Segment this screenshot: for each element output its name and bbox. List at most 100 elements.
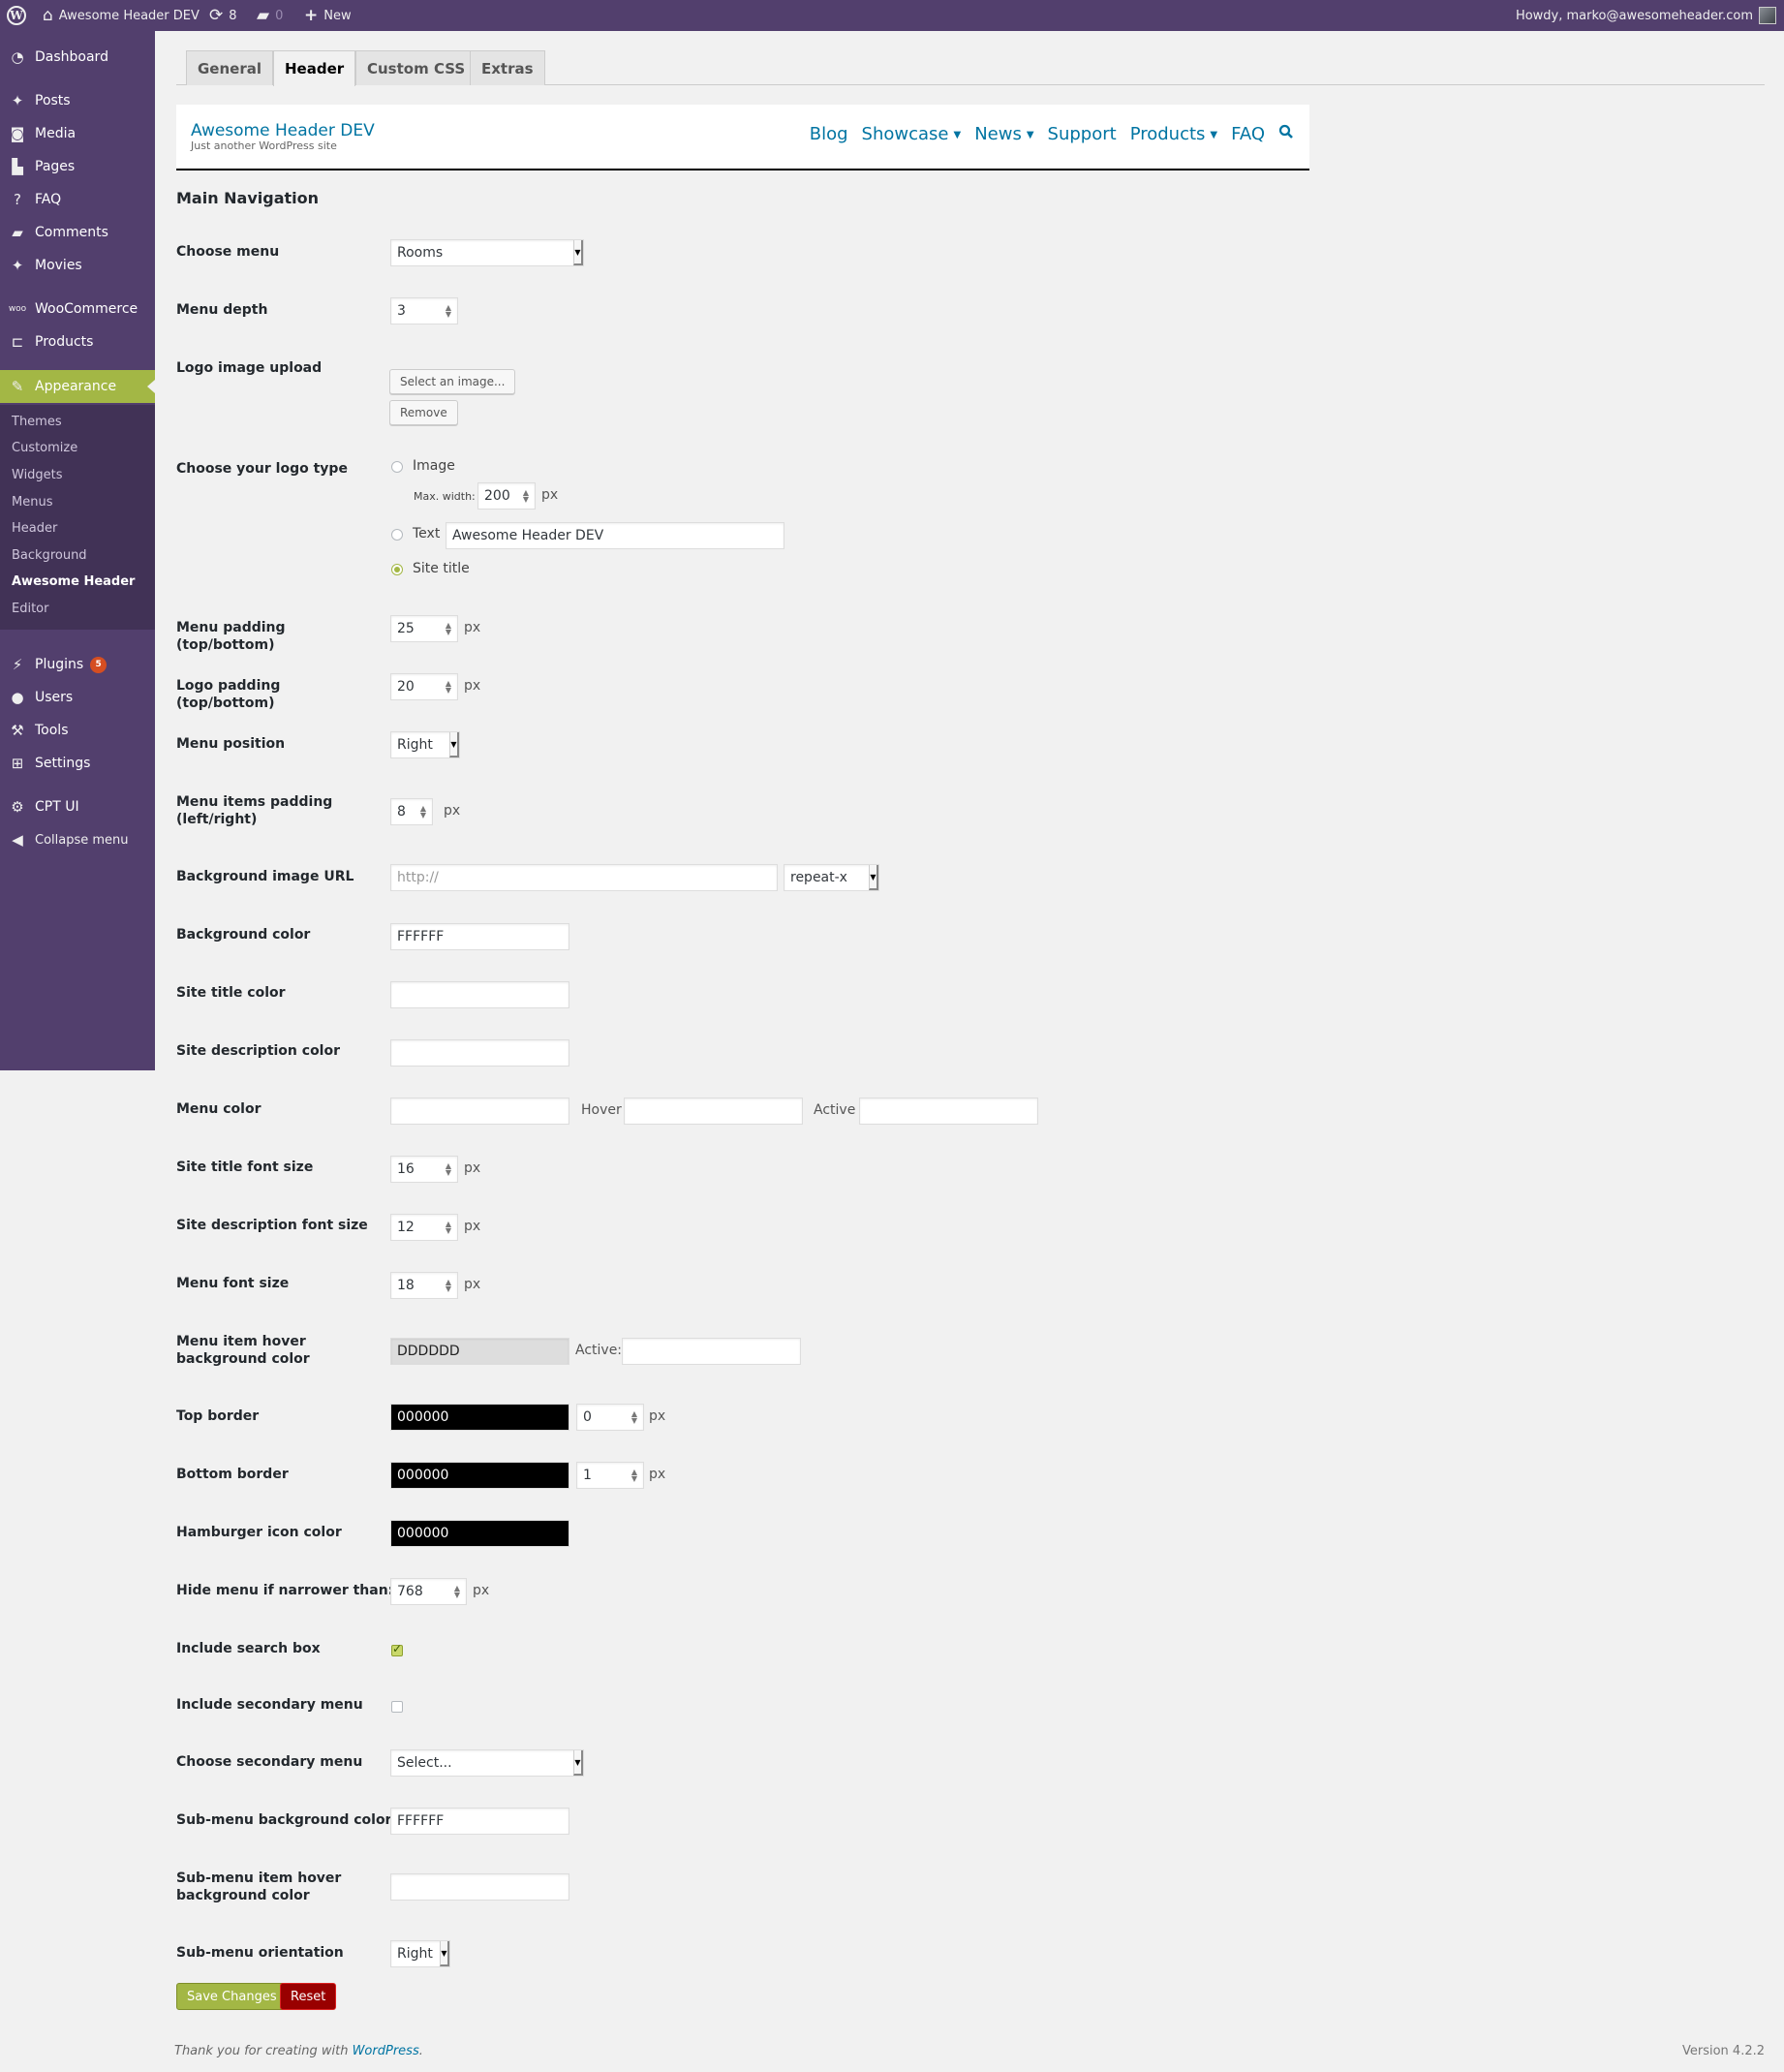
hamburger-color-input[interactable]: 000000: [390, 1520, 569, 1547]
sidebar-item-label: Settings: [35, 756, 91, 771]
submenu-themes[interactable]: Themes: [12, 415, 62, 429]
sidebar-item-tools[interactable]: ⚒ Tools: [0, 714, 155, 747]
menu-font-input[interactable]: 18 ▲ ▼: [390, 1272, 458, 1299]
sidebar-item-pages[interactable]: ▙ Pages: [0, 150, 155, 183]
sidebar-item-dashboard[interactable]: ◔ Dashboard: [0, 41, 155, 74]
menu-depth-input[interactable]: 3 ▲ ▼: [390, 297, 458, 325]
choose-secondary-select[interactable]: Select... ▼: [390, 1749, 584, 1777]
preview-nav-showcase[interactable]: Showcase ▼: [862, 124, 962, 144]
submenu-customize[interactable]: Customize: [12, 441, 77, 455]
sidebar-item-label: Plugins: [35, 657, 84, 672]
sidebar-item-users[interactable]: ● Users: [0, 681, 155, 714]
sidebar-item-appearance[interactable]: ✎ Appearance: [0, 370, 155, 403]
gear-icon: ⚙: [11, 798, 24, 816]
sidebar-item-posts[interactable]: ✦ Posts: [0, 84, 155, 117]
bg-image-url-input[interactable]: http://: [390, 864, 778, 891]
sidebar-item-cpt-ui[interactable]: ⚙ CPT UI: [0, 790, 155, 823]
top-border-width-input[interactable]: 0 ▲ ▼: [576, 1404, 644, 1431]
tab-extras[interactable]: Extras: [470, 50, 545, 85]
search-box-checkbox[interactable]: [391, 1642, 403, 1656]
new-content-link[interactable]: + New: [304, 0, 352, 31]
preview-nav-news[interactable]: News ▼: [974, 124, 1033, 144]
desc-color-input[interactable]: [390, 1039, 569, 1067]
logo-type-text-radio[interactable]: [391, 529, 403, 541]
submenu-editor[interactable]: Editor: [12, 602, 48, 616]
updates-link[interactable]: ⟳ 8: [209, 0, 237, 31]
comment-icon: ▰: [257, 5, 270, 25]
tab-general[interactable]: General: [186, 50, 273, 85]
secondary-menu-checkbox[interactable]: [391, 1701, 403, 1713]
preview-nav-faq[interactable]: FAQ: [1231, 124, 1265, 144]
sidebar-item-faq[interactable]: ? FAQ: [0, 183, 155, 216]
menu-hover-color-input[interactable]: [624, 1098, 803, 1125]
submenu-awesome-header[interactable]: Awesome Header: [12, 574, 135, 589]
remove-image-button[interactable]: Remove: [389, 400, 458, 425]
items-padding-input[interactable]: 8 ▲ ▼: [390, 798, 433, 825]
submenu-menus[interactable]: Menus: [12, 495, 52, 510]
reset-button[interactable]: Reset: [280, 1983, 337, 2010]
comments-link[interactable]: ▰ 0: [257, 0, 283, 31]
admin-sidebar: ◔ Dashboard ✦ Posts ◙ Media ▙ Pages ? FAQ ▰ Co…: [0, 31, 155, 1070]
caret-down-icon: ▼: [953, 129, 962, 140]
choose-menu-select[interactable]: Rooms ▼: [390, 239, 584, 266]
preview-site-title[interactable]: Awesome Header DEV: [191, 121, 375, 140]
dropdown-arrow-icon: ▼: [869, 865, 878, 890]
submenu-widgets[interactable]: Widgets: [12, 468, 63, 482]
hover-bg-input[interactable]: DDDDDD: [390, 1338, 569, 1365]
preview-nav-blog[interactable]: Blog: [810, 124, 848, 144]
sub-bg-input[interactable]: FFFFFF: [390, 1808, 569, 1835]
menu-padding-input[interactable]: 25 ▲ ▼: [390, 615, 458, 642]
my-account-link[interactable]: Howdy, marko@awesomeheader.com: [1516, 0, 1776, 31]
px-unit: px: [649, 1408, 666, 1424]
sidebar-item-comments[interactable]: ▰ Comments: [0, 216, 155, 249]
logo-text-input[interactable]: Awesome Header DEV: [446, 522, 784, 549]
title-font-input[interactable]: 16 ▲ ▼: [390, 1156, 458, 1183]
comments-count: 0: [275, 8, 284, 23]
logo-type-image-radio[interactable]: [391, 461, 403, 473]
wordpress-link[interactable]: WordPress: [353, 2044, 419, 2058]
submenu-header[interactable]: Header: [12, 521, 57, 536]
tab-header[interactable]: Header: [273, 50, 356, 86]
preview-site-description: Just another WordPress site: [191, 139, 337, 152]
title-color-input[interactable]: [390, 981, 569, 1008]
menu-active-color-input[interactable]: [859, 1098, 1038, 1125]
bg-repeat-select[interactable]: repeat-x ▼: [784, 864, 879, 891]
preview-nav-support[interactable]: Support: [1048, 124, 1117, 144]
plugin-icon: ⚡: [12, 656, 23, 673]
menu-color-input[interactable]: [390, 1098, 569, 1125]
active-bg-input[interactable]: [622, 1338, 801, 1365]
sub-orient-select[interactable]: Right ▼: [390, 1940, 450, 1967]
desc-font-input[interactable]: 12 ▲ ▼: [390, 1214, 458, 1241]
collapse-menu-button[interactable]: ◀ Collapse menu: [0, 823, 155, 856]
sidebar-item-movies[interactable]: ✦ Movies: [0, 249, 155, 282]
menu-position-label: Menu position: [176, 736, 286, 752]
logo-type-site-title-label: Site title: [413, 561, 470, 576]
hide-menu-input[interactable]: 768 ▲ ▼: [390, 1578, 467, 1605]
max-width-input[interactable]: 200 ▲ ▼: [477, 482, 536, 510]
logo-type-site-title-radio[interactable]: [391, 564, 403, 575]
select-image-button[interactable]: Select an image...: [389, 369, 516, 394]
bg-color-input[interactable]: FFFFFF: [390, 923, 569, 950]
howdy-text: Howdy, marko@awesomeheader.com: [1515, 8, 1753, 23]
label-line: background color: [176, 1351, 310, 1367]
sidebar-item-media[interactable]: ◙ Media: [0, 117, 155, 150]
sidebar-item-woocommerce[interactable]: woo WooCommerce: [0, 293, 155, 325]
sidebar-item-products[interactable]: ⊏ Products: [0, 325, 155, 358]
tab-custom-css[interactable]: Custom CSS: [355, 50, 477, 85]
search-icon[interactable]: [1278, 124, 1294, 144]
bottom-border-color-input[interactable]: 000000: [390, 1462, 569, 1489]
sidebar-item-plugins[interactable]: ⚡ Plugins 5: [0, 648, 155, 681]
submenu-background[interactable]: Background: [12, 548, 87, 563]
bottom-border-width-input[interactable]: 1 ▲ ▼: [576, 1462, 644, 1489]
logo-padding-input[interactable]: 20 ▲ ▼: [390, 673, 458, 700]
wp-logo-button[interactable]: W: [7, 0, 26, 31]
sidebar-item-settings[interactable]: ⊞ Settings: [0, 747, 155, 780]
preview-nav-products[interactable]: Products ▼: [1130, 124, 1217, 144]
sub-hover-input[interactable]: [390, 1873, 569, 1901]
menu-position-select[interactable]: Right ▼: [390, 731, 460, 758]
site-name-link[interactable]: ⌂ Awesome Header DEV: [43, 0, 200, 31]
caret-down-icon: ▼: [1026, 129, 1034, 140]
save-changes-button[interactable]: Save Changes: [176, 1983, 288, 2010]
dropdown-arrow-icon: ▼: [449, 732, 459, 758]
top-border-color-input[interactable]: 000000: [390, 1404, 569, 1431]
